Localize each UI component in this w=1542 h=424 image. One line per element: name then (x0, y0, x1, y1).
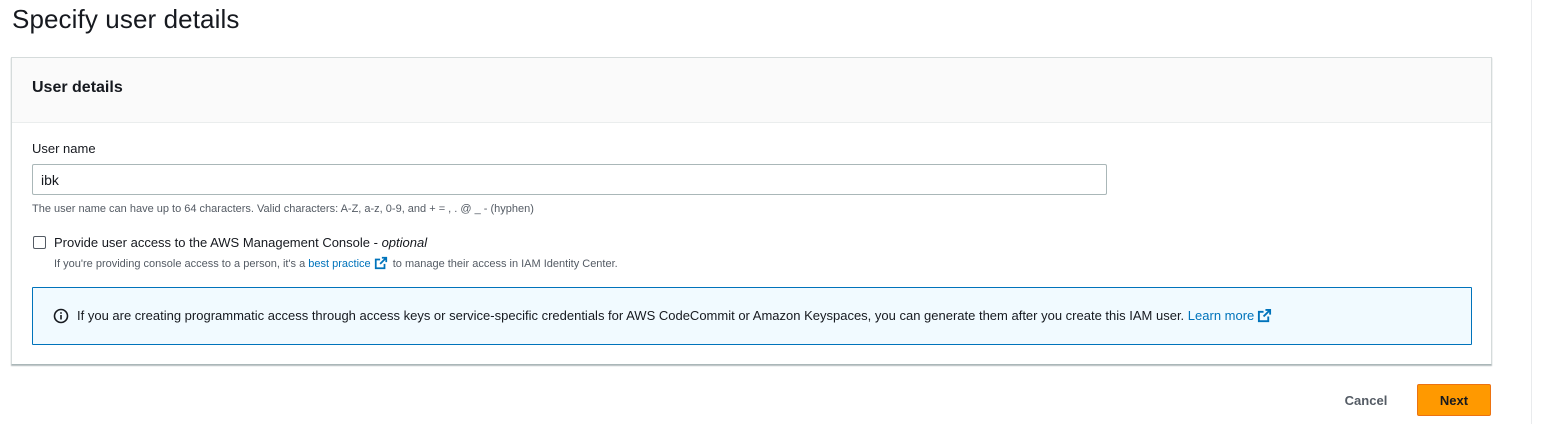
optional-tag: optional (381, 235, 428, 250)
user-name-input[interactable] (32, 164, 1107, 195)
console-access-label[interactable]: Provide user access to the AWS Managemen… (54, 235, 427, 250)
user-name-constraint: The user name can have up to 64 characte… (32, 203, 534, 215)
user-details-panel: User details User name The user name can… (11, 57, 1492, 365)
next-button[interactable]: Next (1417, 384, 1491, 416)
alert-text: If you are creating programmatic access … (77, 308, 1274, 326)
console-access-label-text: Provide user access to the AWS Managemen… (54, 235, 382, 250)
info-icon (53, 308, 69, 329)
console-access-checkbox[interactable] (33, 236, 46, 249)
best-practice-link[interactable]: best practice (308, 258, 370, 270)
desc-before: If you're providing console access to a … (54, 258, 309, 270)
info-alert: If you are creating programmatic access … (32, 287, 1472, 345)
desc-after: to manage their access in IAM Identity C… (389, 258, 618, 270)
external-link-icon[interactable] (1257, 308, 1272, 326)
panel-header: User details (12, 58, 1491, 123)
learn-more-link[interactable]: Learn more (1188, 308, 1254, 323)
external-link-icon[interactable] (374, 256, 388, 273)
page-title: Specify user details (12, 4, 240, 34)
page-divider (1531, 0, 1532, 424)
user-name-label: User name (32, 141, 96, 156)
cancel-button[interactable]: Cancel (1330, 384, 1402, 416)
alert-message: If you are creating programmatic access … (77, 308, 1188, 323)
panel-title: User details (32, 79, 123, 96)
console-access-description: If you're providing console access to a … (54, 256, 618, 273)
